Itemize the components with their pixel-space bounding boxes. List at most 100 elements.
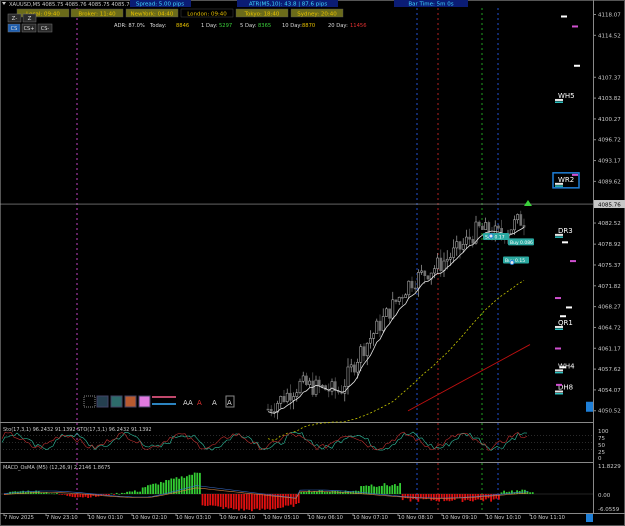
macd-bar [253,494,256,510]
macd-bar [451,494,453,501]
level-dash-5 [566,306,572,309]
up-arrow-icon [524,200,532,206]
text-tool-glyph[interactable]: A [197,399,202,407]
macd-bar [162,482,165,494]
time-axis-label: 10 Nov 10:10 [486,515,521,521]
text-tool-glyph[interactable]: A [227,399,232,407]
macd-bar [339,491,342,494]
color-swatch-3[interactable] [124,395,137,408]
candle-body [269,409,273,412]
level-dash-4 [570,260,576,263]
stoch-signal-line [1,431,528,451]
macd-bar [482,494,485,502]
macd-bar [144,487,147,494]
macd-bar [373,486,375,494]
macd-bar [258,494,261,511]
candle-body [439,257,443,271]
level-dash-10 [556,383,562,386]
menu-triangle-icon[interactable] [2,2,6,5]
macd-bar [399,483,401,494]
adr-item-label: Today: [149,23,167,29]
macd-bar [433,494,435,500]
level-label: WR2 [558,176,574,184]
macd-bar [334,490,336,494]
macd-axis-label: 11.8229 [598,464,621,470]
macd-bar [131,491,134,494]
trade-label[interactable]: Buy 0.086 [510,240,533,246]
trading-chart[interactable]: WH5WR2DR3QR1WH4DH8Sell 0.17Buy 0.086Buy … [0,0,625,526]
price-axis-label: 4054.07 [598,388,621,394]
candle-body [353,364,356,373]
chart-frame [0,0,625,526]
color-swatch-2[interactable] [110,395,123,408]
candle-body [305,375,308,385]
macd-bar [118,493,121,495]
scale-handle-icon[interactable] [586,401,593,412]
macd-bar [175,477,178,494]
candle-body [346,366,350,387]
candle-body [343,386,347,394]
trade-label[interactable]: Buy 0.15 [505,258,525,264]
price-axis-label: 4082.52 [598,221,621,227]
macd-bar [256,494,258,509]
time-axis-label: 10 Nov 07:10 [353,515,388,521]
candle-body [372,333,375,339]
trade-marker-icon [509,259,515,265]
macd-bar [82,494,84,498]
candle-body [330,381,334,392]
candle-body [452,247,455,258]
adr-item-label: 1 Day: [201,23,218,29]
trade-label[interactable]: Sell 0.17 [485,235,505,241]
price-axis-label: 4075.37 [598,263,621,269]
macd-bar [284,494,287,506]
macd-bar [147,485,149,494]
level-label: WH5 [558,92,575,100]
level-dash-3 [562,241,568,244]
macd-bar [498,494,500,500]
adr-item-value: 8846 [176,23,189,29]
level-marker-accent [555,371,563,374]
cs-button-label[interactable]: CS+ [24,26,35,32]
time-axis-label: 10 Nov 01:10 [88,515,123,521]
macd-bar [323,491,326,494]
zoom-button-label[interactable]: Z- [12,16,18,22]
price-axis-label: 4064.72 [598,325,621,331]
candle-body [365,342,369,357]
color-swatch-4[interactable] [138,395,151,408]
price-axis-label: 4107.37 [598,75,621,81]
macd-bar [222,494,225,509]
candle-body [298,380,302,394]
cs-button-label[interactable]: CS [11,26,18,32]
candle-body [388,308,391,319]
macd-bar [123,493,126,494]
macd-bar [370,484,373,494]
macd-bar [243,494,245,511]
macd-title: MACD_OsMA (M5) (12,26,9) 2.2146 1.8675 [3,465,111,471]
macd-bar [113,494,115,495]
text-tool-glyph[interactable]: A [212,399,217,407]
text-tool-glyph[interactable]: AA [183,399,193,407]
level-dash-0 [572,25,578,28]
macd-bar [115,492,118,494]
color-swatch-0[interactable] [83,395,96,408]
adr-item-value: 8365 [258,23,271,29]
cs-button-label[interactable]: CS- [41,26,50,32]
candle-body [513,219,516,231]
time-axis-label: 7 Nov 2025 [4,515,34,521]
time-axis-label: 10 Nov 03:10 [176,515,211,521]
candle-body [477,221,481,227]
macd-bar [331,490,334,494]
candle-body [394,299,398,302]
macd-bar [136,491,139,494]
atr-label: ATR(M5,10): 43.8 | 87.6 pips [249,2,328,8]
macd-bar [201,494,204,506]
macd-bar [152,483,154,494]
session-label: Sydney: 20:40 [297,12,337,18]
zoom-button-label[interactable]: Z [28,16,32,22]
macd-bar [139,491,141,494]
adr-item-label: 5 Day: [240,23,257,29]
macd-axis-label: -6.0559 [598,507,620,513]
candle-body [292,396,295,401]
time-scale-handle-icon[interactable] [586,514,593,522]
color-swatch-1[interactable] [96,395,109,408]
